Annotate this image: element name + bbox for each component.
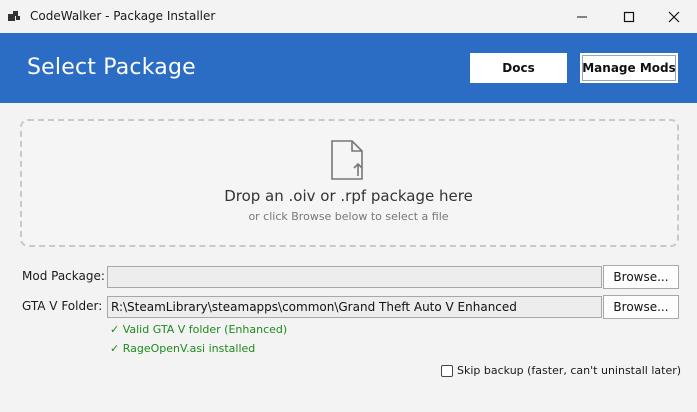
close-button[interactable]	[651, 0, 697, 33]
gta-folder-input[interactable]	[107, 296, 602, 318]
minimize-icon	[577, 16, 587, 17]
rageopenv-status: ✓ RageOpenV.asi installed	[110, 342, 256, 355]
maximize-icon	[623, 11, 635, 22]
file-upload-icon	[331, 140, 363, 180]
minimize-button[interactable]	[559, 0, 605, 33]
page-title: Select Package	[27, 55, 196, 80]
mod-package-input[interactable]	[107, 266, 602, 288]
gta-folder-browse-button[interactable]: Browse...	[603, 295, 679, 319]
gta-folder-label: GTA V Folder:	[22, 299, 103, 313]
drop-zone-hint: or click Browse below to select a file	[248, 210, 449, 223]
folder-valid-status: ✓ Valid GTA V folder (Enhanced)	[110, 323, 288, 336]
docs-button[interactable]: Docs	[470, 53, 567, 83]
mod-package-label: Mod Package:	[22, 269, 105, 283]
title-bar[interactable]: CodeWalker - Package Installer	[0, 0, 697, 33]
drop-zone-title: Drop an .oiv or .rpf package here	[224, 187, 473, 205]
skip-backup-label: Skip backup (faster, can't uninstall lat…	[457, 364, 682, 377]
close-icon	[668, 11, 680, 22]
mod-package-browse-button[interactable]: Browse...	[603, 265, 679, 289]
skip-backup-checkbox[interactable]	[441, 364, 453, 377]
drop-zone[interactable]	[20, 119, 679, 247]
manage-mods-button[interactable]: Manage Mods	[580, 53, 678, 83]
app-icon	[8, 11, 20, 21]
skip-backup-option[interactable]: Skip backup (faster, can't uninstall lat…	[441, 364, 681, 377]
maximize-button[interactable]	[606, 0, 652, 33]
window-title: CodeWalker - Package Installer	[30, 9, 216, 23]
